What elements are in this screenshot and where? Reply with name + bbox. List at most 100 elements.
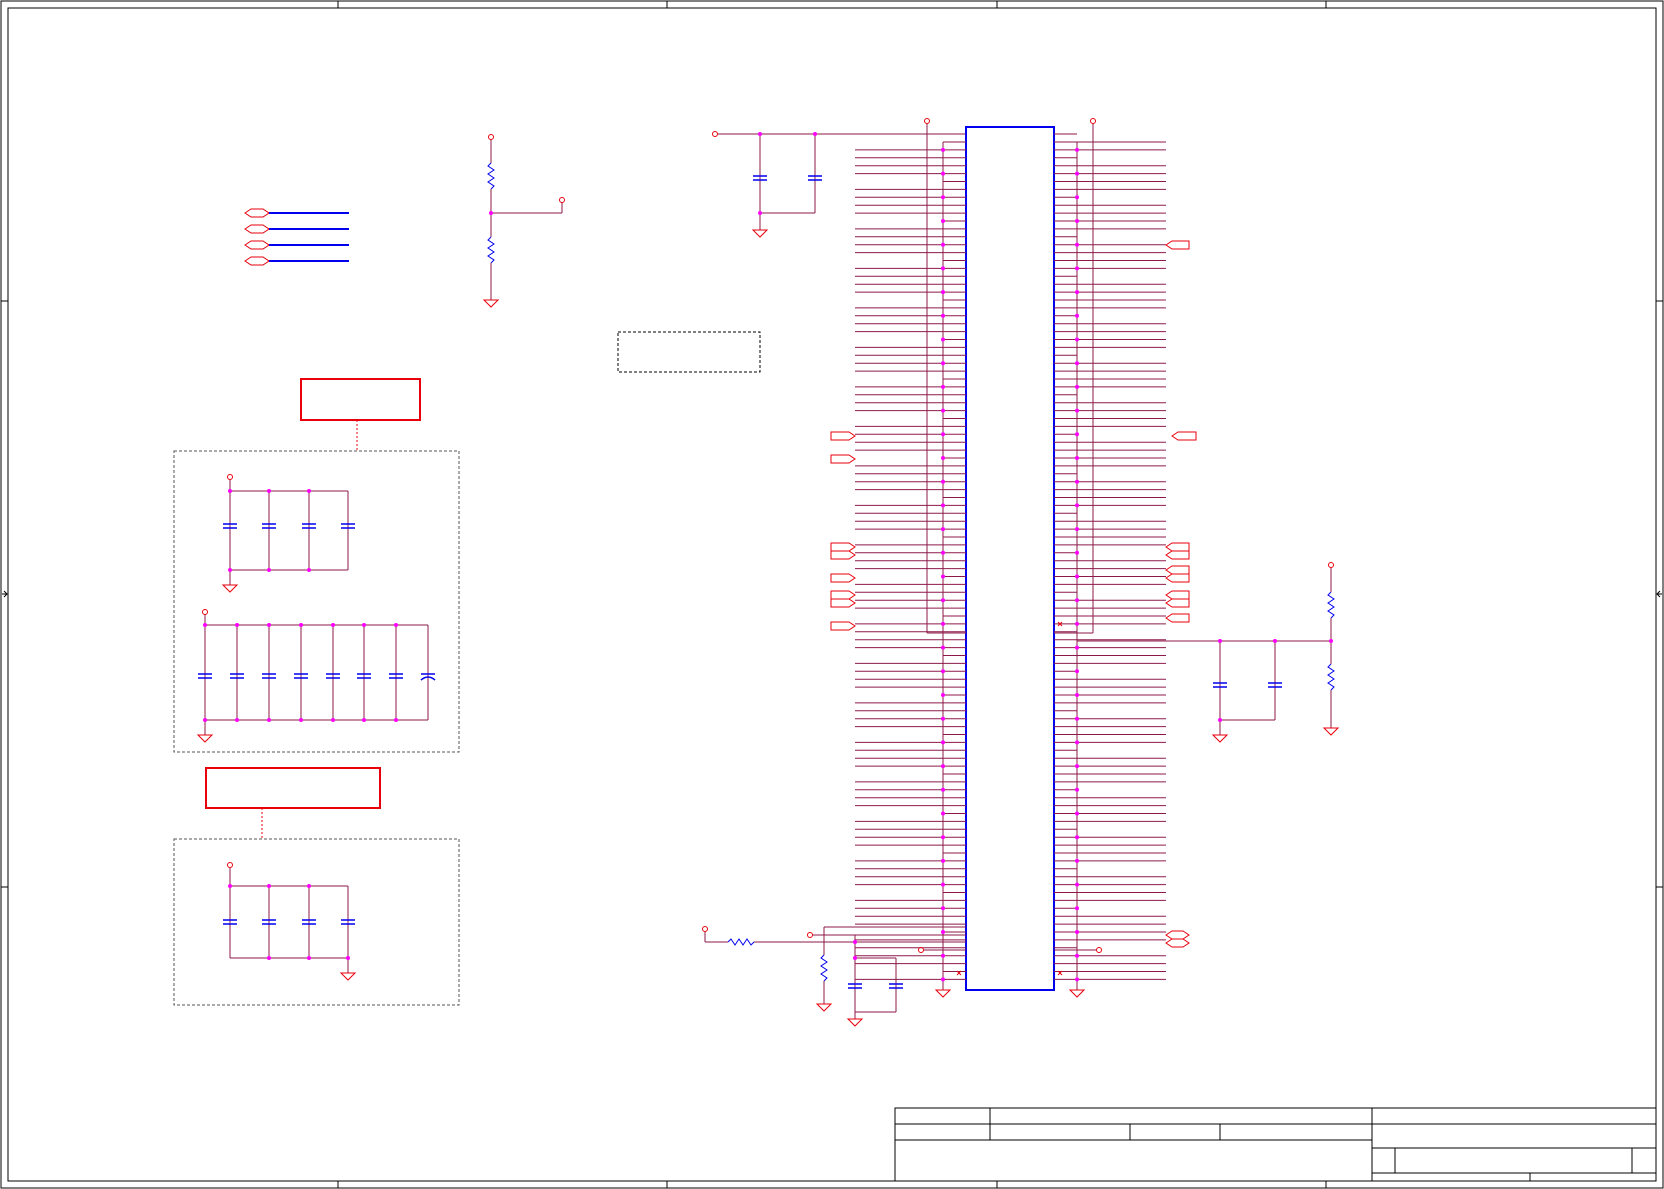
junction — [941, 598, 945, 603]
ground-symbol — [482, 299, 500, 308]
junction — [1075, 977, 1079, 982]
capacitor-symbol — [848, 983, 903, 989]
junction — [941, 432, 945, 437]
junction — [941, 408, 945, 413]
ground-symbol — [196, 734, 214, 743]
junction — [941, 574, 945, 579]
junction — [941, 977, 945, 982]
junction — [941, 811, 945, 816]
junction — [941, 313, 945, 318]
annotation-label-box — [205, 767, 381, 809]
junction — [1075, 574, 1079, 579]
power-port — [202, 609, 208, 615]
junction — [1075, 266, 1079, 271]
junction — [941, 835, 945, 840]
net-ports-group — [244, 208, 349, 266]
junction — [1075, 361, 1079, 366]
junction — [1075, 882, 1079, 887]
ground-symbol — [1322, 727, 1340, 736]
junction — [1075, 313, 1079, 318]
junction — [941, 503, 945, 508]
junction — [1075, 621, 1079, 626]
junction — [941, 740, 945, 745]
junction — [941, 882, 945, 887]
junction — [941, 693, 945, 697]
left-net-ports — [830, 431, 856, 631]
resistor-symbol — [727, 938, 755, 946]
bottom-rc-network — [702, 926, 1102, 1027]
ground-symbol — [1211, 734, 1229, 743]
junction — [1075, 930, 1079, 934]
capacitor-symbol — [223, 523, 355, 529]
right-filter-network — [1077, 562, 1340, 743]
ic-junctions — [941, 147, 1079, 982]
power-port — [227, 862, 233, 868]
junction — [941, 764, 945, 769]
junction — [941, 621, 945, 626]
ground-symbol — [751, 229, 769, 238]
power-port — [1328, 562, 1334, 568]
junction — [941, 953, 945, 958]
junction — [941, 361, 945, 366]
voltage-divider — [482, 134, 565, 308]
junction — [941, 242, 945, 247]
power-port — [559, 197, 565, 203]
ground-symbol — [221, 584, 239, 593]
junction — [1075, 598, 1079, 603]
junction — [941, 550, 945, 555]
capacitor-symbol — [198, 673, 436, 681]
no-connect-marks — [956, 621, 1063, 976]
net-port — [244, 208, 270, 266]
junction — [1075, 645, 1079, 650]
junction — [941, 456, 945, 460]
junction — [1075, 290, 1079, 295]
capacitor-symbol — [753, 175, 822, 181]
junction — [1075, 171, 1079, 176]
junction — [1075, 550, 1079, 555]
junction — [1075, 408, 1079, 413]
resistor-symbol — [487, 162, 495, 190]
resistor-symbol — [1327, 591, 1335, 619]
junction — [941, 479, 945, 484]
junction — [1075, 906, 1079, 911]
junction — [941, 787, 945, 792]
capacitor-symbol — [223, 919, 355, 925]
junction — [1075, 953, 1079, 958]
junction — [941, 716, 945, 721]
junction — [1075, 242, 1079, 247]
power-port — [924, 118, 930, 124]
junction — [941, 527, 945, 532]
junction — [1075, 527, 1079, 532]
junction — [1075, 432, 1079, 437]
cap-bank-4 — [221, 474, 355, 593]
junction — [1075, 337, 1079, 342]
junction — [1075, 787, 1079, 792]
junction — [1075, 740, 1079, 745]
junction — [1075, 835, 1079, 840]
ground-symbol — [815, 1003, 833, 1012]
junction — [1075, 669, 1079, 674]
cap-bank-4 — [223, 862, 357, 981]
junction — [1075, 147, 1079, 152]
resistor-symbol — [1327, 663, 1335, 691]
junction — [941, 290, 945, 295]
resistor-symbol — [820, 954, 828, 982]
title-block — [894, 1107, 1657, 1182]
junction — [1075, 219, 1079, 223]
ground-symbol — [846, 1018, 864, 1027]
capacitor-symbol — [1213, 682, 1282, 688]
junction — [941, 384, 945, 389]
junction — [941, 645, 945, 650]
power-port — [227, 474, 233, 480]
junction — [1075, 693, 1079, 697]
junction — [1075, 858, 1079, 863]
junction — [1075, 716, 1079, 721]
ground-symbol — [1068, 989, 1086, 998]
ground-symbol — [934, 989, 952, 998]
resistor-symbol — [487, 236, 495, 264]
junction — [941, 337, 945, 342]
junction — [941, 858, 945, 863]
ic-pins — [855, 141, 1166, 980]
bus-wire — [269, 212, 349, 262]
junction — [1075, 503, 1079, 508]
